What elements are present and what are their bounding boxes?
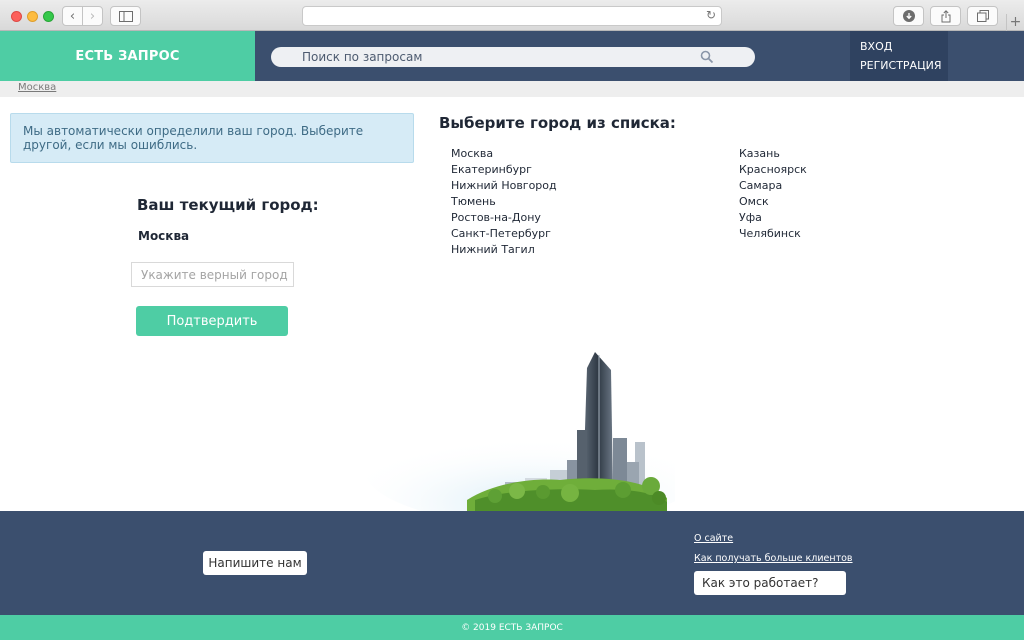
city-list-column-1: Москва Екатеринбург Нижний Новгород Тюме…	[451, 146, 557, 258]
current-city-title: Ваш текущий город:	[137, 196, 319, 214]
city-list-item[interactable]: Омск	[739, 194, 807, 210]
address-bar[interactable]: ↻	[302, 6, 722, 26]
city-list-item[interactable]: Уфа	[739, 210, 807, 226]
zoom-window-button[interactable]	[43, 11, 54, 22]
download-icon	[902, 10, 915, 22]
breadcrumb-city-link[interactable]: Москва	[18, 82, 56, 93]
city-input[interactable]	[131, 262, 294, 287]
city-list-item[interactable]: Челябинск	[739, 226, 807, 242]
city-list-item[interactable]: Екатеринбург	[451, 162, 557, 178]
share-button[interactable]	[930, 6, 961, 26]
city-list-title: Выберите город из списка:	[439, 114, 676, 132]
city-list-column-2: Казань Красноярск Самара Омск Уфа Челяби…	[739, 146, 807, 242]
city-list-item[interactable]: Санкт-Петербург	[451, 226, 557, 242]
city-list-item[interactable]: Самара	[739, 178, 807, 194]
city-list-item[interactable]: Казань	[739, 146, 807, 162]
reload-icon[interactable]: ↻	[706, 8, 716, 22]
login-link[interactable]: ВХОД	[860, 40, 892, 53]
current-city-value: Москва	[138, 229, 190, 243]
site-header: ЕСТЬ ЗАПРОС ВХОД РЕГИСТРАЦИЯ	[0, 31, 1024, 81]
tabs-icon	[976, 10, 989, 22]
how-it-works-button[interactable]: Как это работает?	[694, 571, 846, 595]
more-clients-link[interactable]: Как получать больше клиентов	[694, 553, 853, 564]
forward-button[interactable]: ›	[82, 6, 103, 26]
tab-overview-button[interactable]	[967, 6, 998, 26]
sidebar-icon	[118, 10, 133, 22]
close-window-button[interactable]	[11, 11, 22, 22]
chevron-right-icon: ›	[89, 8, 96, 24]
auth-panel: ВХОД РЕГИСТРАЦИЯ	[850, 31, 948, 81]
sidebar-toggle-button[interactable]	[110, 6, 141, 26]
city-list-item[interactable]: Нижний Новгород	[451, 178, 557, 194]
register-link[interactable]: РЕГИСТРАЦИЯ	[860, 59, 942, 72]
confirm-button[interactable]: Подтвердить	[136, 306, 288, 336]
about-link[interactable]: О сайте	[694, 533, 733, 544]
share-icon	[941, 9, 950, 22]
city-list-item[interactable]: Нижний Тагил	[451, 242, 557, 258]
plus-icon: +	[1009, 14, 1022, 30]
city-list-item[interactable]: Москва	[451, 146, 557, 162]
new-tab-button[interactable]: +	[1006, 14, 1024, 31]
search-input[interactable]	[271, 47, 755, 67]
back-button[interactable]: ‹	[62, 6, 83, 26]
write-us-button[interactable]: Напишите нам	[203, 551, 307, 575]
city-detected-alert: Мы автоматически определили ваш город. В…	[10, 113, 414, 163]
breadcrumb: Москва	[0, 81, 1024, 97]
search-icon[interactable]	[700, 50, 714, 64]
site-logo[interactable]: ЕСТЬ ЗАПРОС	[0, 31, 255, 81]
browser-toolbar: ‹ › ↻ +	[0, 0, 1024, 31]
minimize-window-button[interactable]	[27, 11, 38, 22]
city-list-item[interactable]: Красноярск	[739, 162, 807, 178]
site-footer: Напишите нам О сайте Как получать больше…	[0, 511, 1024, 615]
chevron-left-icon: ‹	[69, 8, 76, 24]
city-skyline-illustration	[365, 352, 675, 511]
city-list-item[interactable]: Ростов-на-Дону	[451, 210, 557, 226]
copyright-bar: © 2019 ЕСТЬ ЗАПРОС	[0, 615, 1024, 640]
downloads-button[interactable]	[893, 6, 924, 26]
city-list-item[interactable]: Тюмень	[451, 194, 557, 210]
copyright-text: © 2019 ЕСТЬ ЗАПРОС	[461, 622, 563, 633]
